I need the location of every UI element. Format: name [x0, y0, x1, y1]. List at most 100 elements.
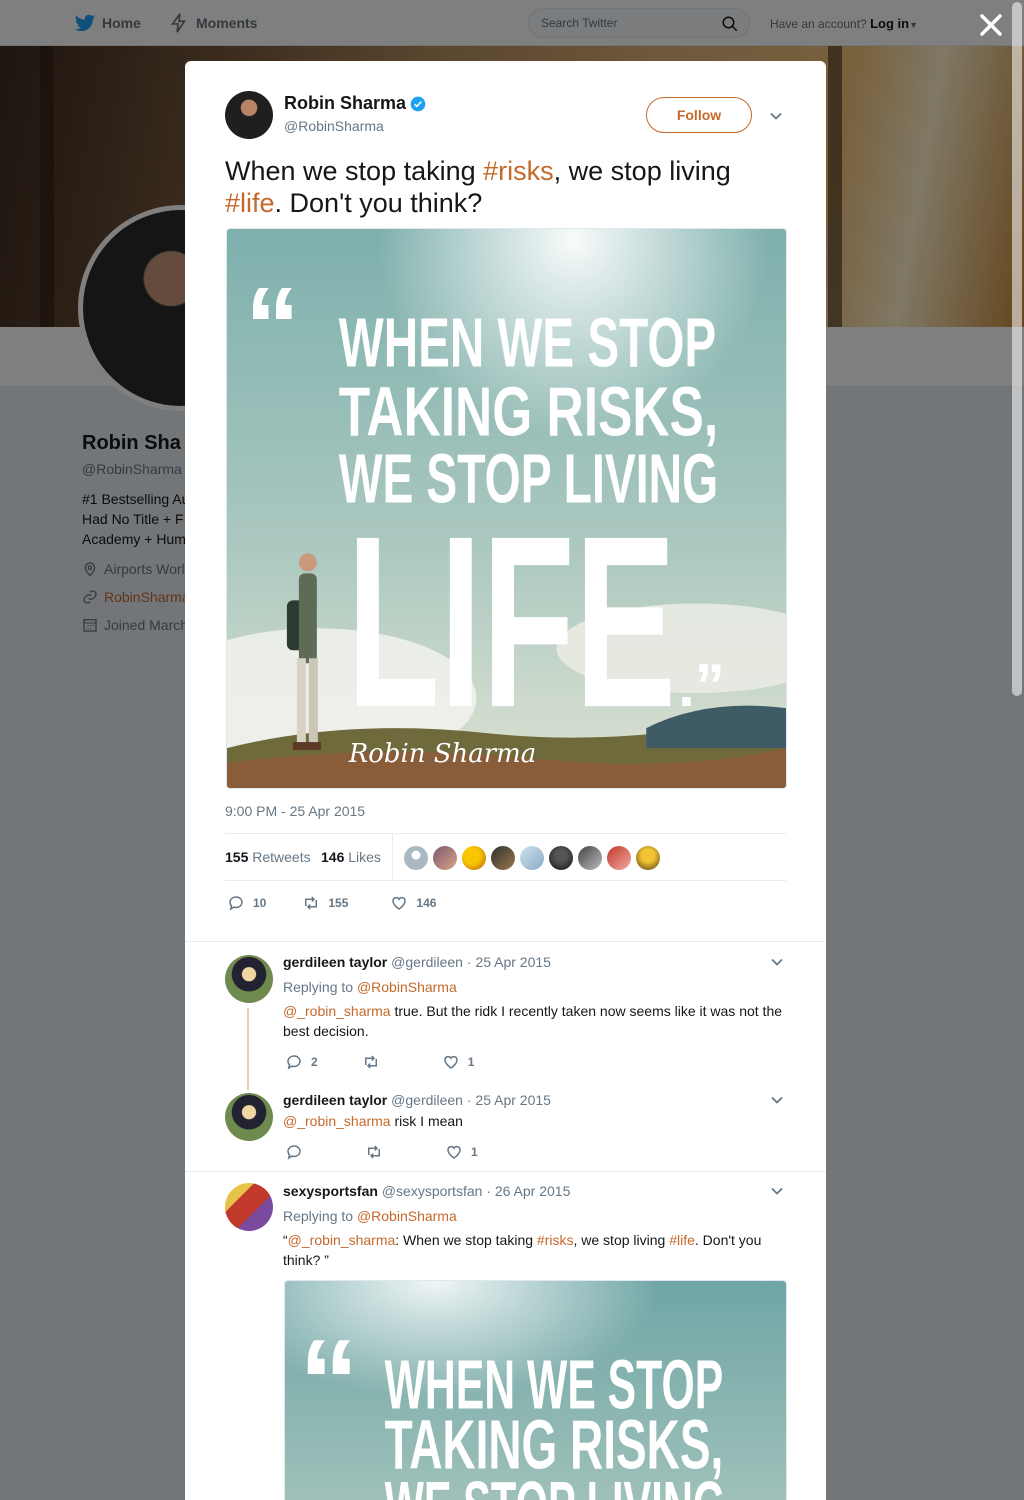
replying-to-link[interactable]: @RobinSharma [357, 979, 457, 995]
reply-action[interactable]: 10 [227, 894, 266, 912]
liker-avatar[interactable] [404, 846, 428, 870]
author-avatar[interactable] [225, 91, 273, 139]
liker-avatar[interactable] [578, 846, 602, 870]
likes-stat-label: Likes [348, 849, 381, 865]
likes-stat[interactable]: 146 Likes [321, 849, 381, 865]
replying-to-label: Replying to [283, 979, 354, 995]
mention-link[interactable]: @_robin_sharma [283, 1113, 391, 1129]
mention-link[interactable]: @_robin_sharma [288, 1232, 396, 1248]
author-name[interactable]: Robin Sharma [284, 93, 406, 114]
reply-count: 2 [311, 1055, 318, 1069]
hashtag-risks[interactable]: #risks [483, 156, 554, 186]
retweet-icon [364, 1055, 377, 1069]
follow-button[interactable]: Follow [646, 97, 752, 133]
chevron-down-icon[interactable] [769, 1183, 785, 1199]
like-count: 146 [416, 896, 437, 910]
open-quote-mark: “ [245, 266, 300, 388]
replying-to: Replying to @RobinSharma [283, 1208, 457, 1224]
chevron-down-icon[interactable] [769, 954, 785, 970]
tweet-timestamp[interactable]: 9:00 PM - 25 Apr 2015 [225, 803, 365, 819]
reply-author-name[interactable]: sexysportsfan [283, 1183, 378, 1199]
heart-icon [443, 1055, 458, 1069]
replying-to: Replying to @RobinSharma [283, 979, 457, 995]
liker-avatar[interactable] [462, 846, 486, 870]
retweets-stat[interactable]: 155 Retweets [225, 849, 311, 865]
liker-avatar[interactable] [607, 846, 631, 870]
reply-action[interactable] [285, 1143, 303, 1161]
tweet-text: When we stop taking #risks, we stop livi… [225, 155, 785, 219]
reply-author-handle[interactable]: @gerdileen [391, 954, 463, 970]
retweets-stat-count: 155 [225, 849, 249, 865]
liker-avatar[interactable] [520, 846, 544, 870]
reply-icon [287, 1145, 301, 1160]
stats-divider [392, 834, 393, 880]
reply-author-handle[interactable]: @sexysportsfan [382, 1183, 483, 1199]
retweet-action[interactable] [365, 1143, 383, 1161]
reply-avatar[interactable] [225, 1183, 273, 1231]
reply-count: 10 [253, 896, 267, 910]
quote-image-graphic: “ WHEN WE STOP TAKING RISKS, WE STOP LIV… [227, 229, 786, 788]
author-handle[interactable]: @RobinSharma [284, 118, 384, 134]
reply-avatar[interactable] [225, 955, 273, 1003]
tweet-text-part: , we stop living [553, 156, 731, 186]
tweet-actions: 10 155 146 [227, 894, 436, 912]
reply-text: “@_robin_sharma: When we stop taking #ri… [283, 1230, 778, 1270]
replying-to-link[interactable]: @RobinSharma [357, 1208, 457, 1224]
hashtag-life[interactable]: #life [669, 1232, 695, 1248]
open-quote-mark: “ [299, 1315, 359, 1448]
retweet-action[interactable] [362, 1053, 380, 1071]
heart-icon [392, 896, 407, 910]
quote-line-1: WHEN WE STOP [339, 304, 716, 382]
heart-icon [447, 1145, 461, 1159]
reply-body: : When we stop taking [395, 1232, 537, 1248]
replying-to-label: Replying to [283, 1208, 354, 1224]
reply-avatar[interactable] [225, 1093, 273, 1141]
like-action[interactable]: 1 [442, 1053, 474, 1071]
reply-header: sexysportsfan @sexysportsfan · 26 Apr 20… [283, 1183, 570, 1199]
chevron-down-icon[interactable] [769, 1092, 785, 1108]
tweet-text-part: . Don't you think? [274, 188, 483, 218]
like-action[interactable]: 1 [445, 1143, 478, 1161]
tweet-stats: 155 Retweets 146 Likes [225, 833, 786, 881]
reply-author-handle[interactable]: @gerdileen [391, 1092, 463, 1108]
close-quote-mark: .” [678, 652, 725, 719]
page-scrollbar[interactable] [1012, 2, 1022, 696]
quote-signature: Robin Sharma [348, 739, 536, 769]
liker-avatar[interactable] [433, 846, 457, 870]
divider [185, 1171, 826, 1172]
liker-avatar[interactable] [491, 846, 515, 870]
liker-avatars [404, 846, 660, 870]
liker-avatar[interactable] [549, 846, 573, 870]
close-icon[interactable] [976, 10, 1006, 40]
author-name-row[interactable]: Robin Sharma [284, 93, 426, 114]
tweet-media-image[interactable]: “ WHEN WE STOP TAKING RISKS, WE STOP LIV… [226, 228, 787, 789]
mention-link[interactable]: @_robin_sharma [283, 1003, 391, 1019]
quote-line-3: WE STOP LIVING [385, 1467, 726, 1500]
chevron-down-icon[interactable] [768, 108, 784, 124]
tweet-text-part: When we stop taking [225, 156, 484, 186]
reply-author-name[interactable]: gerdileen taylor [283, 1092, 387, 1108]
reply-date[interactable]: · 26 Apr 2015 [486, 1183, 570, 1199]
hashtag-life[interactable]: #life [225, 188, 275, 218]
reply-header: gerdileen taylor @gerdileen · 25 Apr 201… [283, 954, 551, 970]
hashtag-risks[interactable]: #risks [537, 1232, 574, 1248]
reply-media-image[interactable]: “ WHEN WE STOP TAKING RISKS, WE STOP LIV… [284, 1280, 787, 1500]
reply-icon [229, 896, 243, 911]
liker-avatar[interactable] [636, 846, 660, 870]
reply-body: , we stop living [573, 1232, 670, 1248]
reply-actions: 2 1 [285, 1053, 474, 1071]
reply-text: @_robin_sharma true. But the ridk I rece… [283, 1001, 788, 1041]
reply-date[interactable]: · 25 Apr 2015 [467, 1092, 551, 1108]
reply-body: risk I mean [390, 1113, 463, 1129]
reply-icon [287, 1055, 301, 1070]
divider [185, 941, 826, 942]
like-action[interactable]: 146 [390, 894, 436, 912]
retweets-stat-label: Retweets [252, 849, 311, 865]
retweet-count: 155 [328, 896, 349, 910]
reply-author-name[interactable]: gerdileen taylor [283, 954, 387, 970]
reply-action[interactable]: 2 [285, 1053, 318, 1071]
reply-actions: 1 [285, 1143, 478, 1161]
reply-text: @_robin_sharma risk I mean [283, 1111, 788, 1131]
reply-date[interactable]: · 25 Apr 2015 [467, 954, 551, 970]
retweet-action[interactable]: 155 [302, 894, 348, 912]
